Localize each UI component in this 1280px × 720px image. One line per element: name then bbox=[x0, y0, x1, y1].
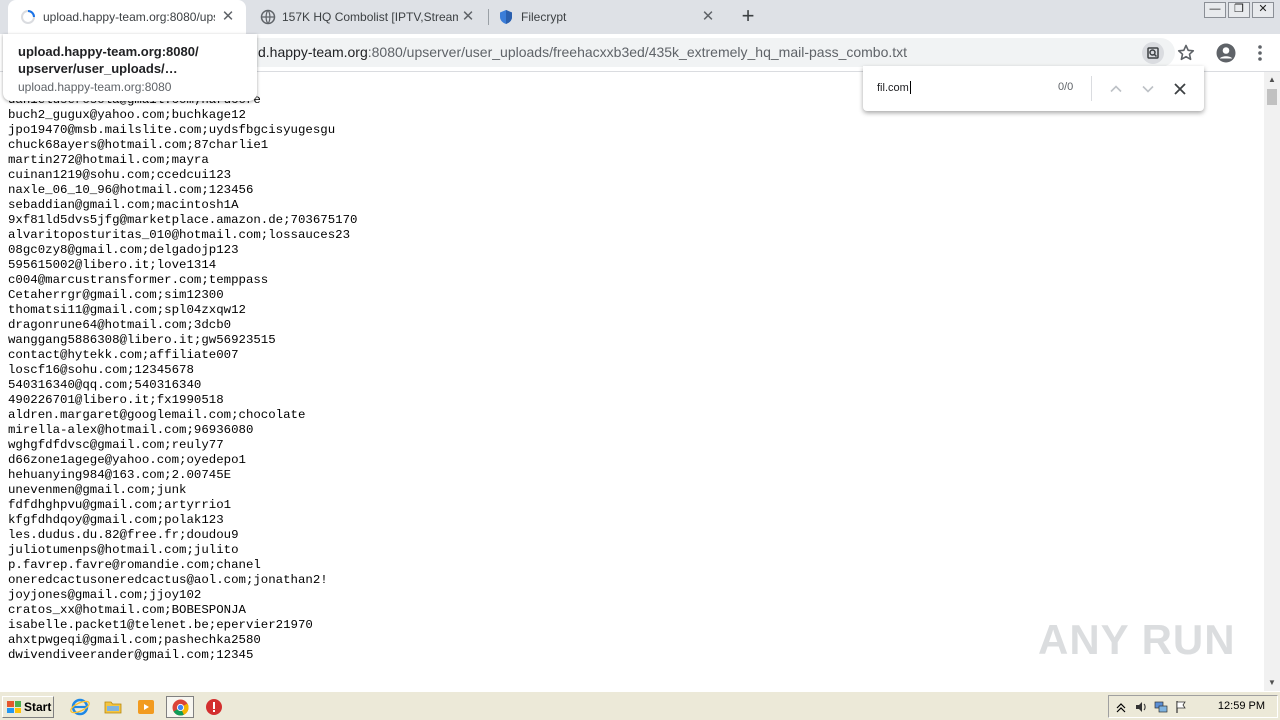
combo-line: oneredcactusoneredcactus@aol.com;jonatha… bbox=[8, 573, 328, 587]
combo-line: aldren.margaret@googlemail.com;chocolate bbox=[8, 408, 306, 422]
watermark-text: ANY RUN bbox=[1038, 616, 1236, 663]
system-tray: 12:59 PM bbox=[1108, 695, 1278, 718]
find-next-chevron-down-icon[interactable] bbox=[1137, 78, 1159, 100]
chrome-icon bbox=[172, 699, 189, 716]
combo-line: buch2_gugux@yahoo.com;buchkage12 bbox=[8, 108, 246, 122]
combo-line: 595615002@libero.it;love1314 bbox=[8, 258, 217, 272]
combo-line: unevenmen@gmail.com;junk bbox=[8, 483, 187, 497]
combo-line: sebaddian@gmail.com;macintosh1A bbox=[8, 198, 239, 212]
tab-combolist[interactable]: 157K HQ Combolist [IPTV,Stream,Ga ✕ bbox=[250, 0, 486, 34]
globe-icon bbox=[260, 9, 276, 25]
combo-line: chuck68ayers@hotmail.com;87charlie1 bbox=[8, 138, 269, 152]
find-separator bbox=[1091, 76, 1092, 101]
window-controls: — ❐ ✕ bbox=[1202, 2, 1274, 18]
network-icon[interactable] bbox=[1153, 699, 1169, 715]
combo-line: kfgfdhdqoy@gmail.com;polak123 bbox=[8, 513, 224, 527]
combo-line: d66zone1agege@yahoo.com;oyedepo1 bbox=[8, 453, 246, 467]
tray-expand-chevron-icon[interactable] bbox=[1113, 699, 1129, 715]
combo-line: 08gc0zy8@gmail.com;delgadojp123 bbox=[8, 243, 239, 257]
combo-line: naxle_06_10_96@hotmail.com;123456 bbox=[8, 183, 254, 197]
scroll-up-arrow-icon[interactable]: ▲ bbox=[1264, 72, 1280, 88]
combo-line: alvaritoposturitas_010@hotmail.com;lossa… bbox=[8, 228, 351, 242]
text-document: lqcnrdgkf@gmail.com;Killer12danieluseros… bbox=[0, 72, 1264, 691]
vertical-scrollbar[interactable]: ▲ ▼ bbox=[1264, 72, 1280, 691]
restore-button[interactable]: ❐ bbox=[1228, 2, 1250, 18]
tab-title: 157K HQ Combolist [IPTV,Stream,Ga bbox=[282, 10, 458, 24]
volume-icon[interactable] bbox=[1133, 699, 1149, 715]
combo-line: Cetaherrgr@gmail.com;sim12300 bbox=[8, 288, 224, 302]
loading-spinner-icon bbox=[21, 10, 35, 24]
combo-line: martin272@hotmail.com;mayra bbox=[8, 153, 209, 167]
close-tab-icon[interactable]: ✕ bbox=[220, 9, 236, 25]
url-text: d.happy-team.org:8080/upserver/user_uplo… bbox=[258, 44, 907, 60]
tab-filecrypt[interactable]: Filecrypt ✕ bbox=[490, 0, 726, 34]
scroll-down-arrow-icon[interactable]: ▼ bbox=[1264, 675, 1280, 691]
action-center-flag-icon[interactable] bbox=[1173, 699, 1189, 715]
tab-upload[interactable]: upload.happy-team.org:8080/upser ✕ bbox=[8, 0, 246, 34]
combo-line: 490226701@libero.it;fx1990518 bbox=[8, 393, 224, 407]
combo-line: thomatsi11@gmail.com;spl04zxqw12 bbox=[8, 303, 246, 317]
combo-line: juliotumenps@hotmail.com;julito bbox=[8, 543, 239, 557]
close-window-button[interactable]: ✕ bbox=[1252, 2, 1274, 18]
url-host: d.happy-team.org bbox=[258, 44, 368, 60]
combo-line: wghgfdfdvsc@gmail.com;reuly77 bbox=[8, 438, 224, 452]
combo-line: ahxtpwgeqi@gmail.com;pashechka2580 bbox=[8, 633, 261, 647]
close-tab-icon[interactable]: ✕ bbox=[460, 9, 476, 25]
find-close-icon[interactable] bbox=[1169, 78, 1191, 100]
combo-line: isabelle.packet1@telenet.be;epervier2197… bbox=[8, 618, 313, 632]
find-bar: 0/0 bbox=[863, 66, 1204, 111]
profile-avatar-icon[interactable] bbox=[1214, 41, 1238, 65]
tab-title: upload.happy-team.org:8080/upser bbox=[43, 10, 215, 24]
tab-hover-card: upload.happy-team.org:8080/ upserver/use… bbox=[3, 34, 257, 101]
combo-line: dragonrune64@hotmail.com;3dcb0 bbox=[8, 318, 232, 332]
close-tab-icon[interactable]: ✕ bbox=[700, 9, 716, 25]
taskbar-clock: 12:59 PM bbox=[1217, 700, 1265, 712]
menu-kebab-icon[interactable] bbox=[1248, 41, 1272, 65]
security-stop-icon[interactable] bbox=[203, 697, 225, 717]
tab-title: Filecrypt bbox=[521, 10, 567, 24]
combo-line: c004@marcustransformer.com;temppass bbox=[8, 273, 269, 287]
combo-line: dwivendiveerander@gmail.com;12345 bbox=[8, 648, 254, 662]
find-input[interactable] bbox=[877, 80, 1047, 96]
address-bar[interactable]: d.happy-team.org:8080/upserver/user_uplo… bbox=[240, 38, 1175, 67]
combo-line: 9xf81ld5dvs5jfg@marketplace.amazon.de;70… bbox=[8, 213, 358, 227]
find-previous-chevron-up-icon[interactable] bbox=[1105, 78, 1127, 100]
file-explorer-folder-icon[interactable] bbox=[102, 697, 124, 717]
combo-line: 540316340@qq.com;540316340 bbox=[8, 378, 202, 392]
combo-line: contact@hytekk.com;affiliate007 bbox=[8, 348, 239, 362]
shield-icon bbox=[500, 10, 512, 24]
combo-line: cratos_xx@hotmail.com;BOBESPONJA bbox=[8, 603, 246, 617]
combo-line: p.favrep.favre@romandie.com;chanel bbox=[8, 558, 261, 572]
tab-separator bbox=[488, 9, 489, 25]
bookmark-star-icon[interactable] bbox=[1174, 41, 1198, 65]
combo-list: lqcnrdgkf@gmail.com;Killer12danieluseros… bbox=[8, 78, 357, 663]
url-path: :8080/upserver/user_uploads/freehacxxb3e… bbox=[367, 44, 908, 60]
start-button[interactable]: Start bbox=[2, 696, 54, 718]
combo-line: loscf16@sohu.com;12345678 bbox=[8, 363, 194, 377]
hovercard-title: upload.happy-team.org:8080/ upserver/use… bbox=[18, 44, 199, 76]
hovercard-domain: upload.happy-team.org:8080 bbox=[18, 80, 172, 94]
combo-line: cuinan1219@sohu.com;ccedcui123 bbox=[8, 168, 232, 182]
combo-line: wanggang5886308@libero.it;gw56923515 bbox=[8, 333, 276, 347]
start-label: Start bbox=[24, 700, 52, 714]
media-player-icon[interactable] bbox=[135, 697, 157, 717]
windows-taskbar: Start 12:59 PM bbox=[0, 691, 1280, 720]
anyrun-watermark: ANY RUN bbox=[1038, 606, 1238, 676]
scroll-thumb[interactable] bbox=[1267, 89, 1277, 105]
tab-strip: upload.happy-team.org:8080/upser ✕ 157K … bbox=[0, 0, 1280, 34]
page-search-icon[interactable] bbox=[1141, 41, 1165, 65]
new-tab-button[interactable]: + bbox=[736, 5, 760, 29]
combo-line: joyjones@gmail.com;jjoy102 bbox=[8, 588, 202, 602]
combo-line: fdfdhghpvu@gmail.com;artyrrio1 bbox=[8, 498, 232, 512]
text-caret bbox=[910, 81, 911, 94]
combo-line: jpo19470@msb.mailslite.com;uydsfbgcisyug… bbox=[8, 123, 336, 137]
combo-line: hehuanying984@163.com;2.00745E bbox=[8, 468, 232, 482]
minimize-button[interactable]: — bbox=[1204, 2, 1226, 18]
chrome-taskbar-button[interactable] bbox=[166, 696, 194, 718]
windows-flag-icon bbox=[7, 701, 21, 713]
internet-explorer-icon[interactable] bbox=[69, 697, 91, 717]
find-match-count: 0/0 bbox=[1058, 81, 1074, 93]
combo-line: les.dudus.du.82@free.fr;doudou9 bbox=[8, 528, 239, 542]
combo-line: mirella-alex@hotmail.com;96936080 bbox=[8, 423, 254, 437]
